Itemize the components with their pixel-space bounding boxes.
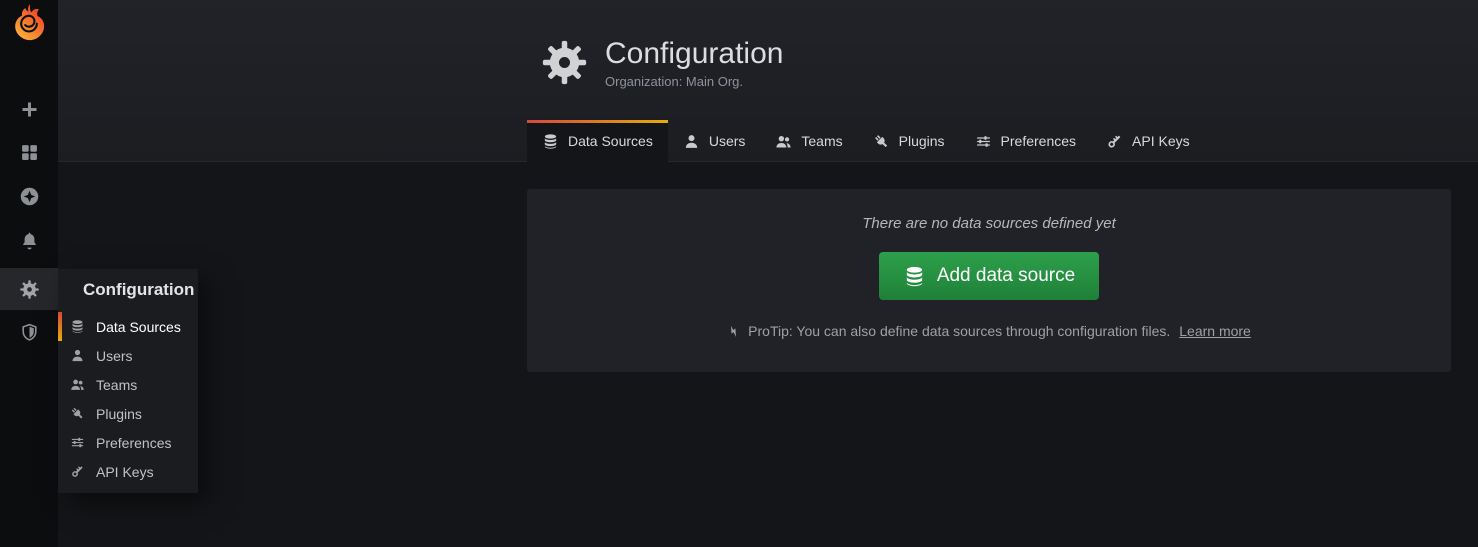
page-header: Configuration Organization: Main Org. [540, 38, 783, 89]
flyout-item-preferences[interactable]: Preferences [58, 428, 198, 457]
gear-icon [19, 279, 40, 300]
sidebar [0, 0, 58, 547]
shield-icon [19, 322, 40, 343]
flyout-item-data-sources[interactable]: Data Sources [58, 312, 198, 341]
sidebar-item-dashboards[interactable] [0, 133, 58, 171]
user-icon [683, 133, 700, 150]
tab-bar: Data Sources Users Teams Plugins Prefere… [527, 120, 1205, 162]
sidebar-item-explore[interactable] [0, 177, 58, 215]
tab-label: Preferences [1001, 133, 1076, 149]
flyout-item-api-keys[interactable]: API Keys [58, 457, 198, 486]
tab-label: Data Sources [568, 133, 653, 149]
page-header-band: Configuration Organization: Main Org. Da… [58, 0, 1478, 162]
bell-icon [19, 230, 40, 251]
flyout-item-label: API Keys [96, 464, 154, 480]
flyout-item-label: Preferences [96, 435, 171, 451]
empty-state-message: There are no data sources defined yet [527, 215, 1451, 232]
flyout-item-label: Teams [96, 377, 137, 393]
protip-text: ProTip: You can also define data sources… [748, 323, 1170, 339]
key-icon [70, 464, 85, 479]
compass-icon [19, 186, 40, 207]
tab-teams[interactable]: Teams [760, 120, 857, 162]
sidebar-item-server-admin[interactable] [0, 313, 58, 351]
flyout-item-label: Plugins [96, 406, 142, 422]
tab-label: Plugins [899, 133, 945, 149]
tab-label: Teams [801, 133, 842, 149]
gear-icon [540, 38, 589, 87]
tab-preferences[interactable]: Preferences [960, 120, 1091, 162]
tab-label: Users [709, 133, 746, 149]
sliders-icon [975, 133, 992, 150]
flyout-item-label: Users [96, 348, 133, 364]
dashboards-grid-icon [19, 142, 40, 163]
data-sources-empty-panel: There are no data sources defined yet Ad… [527, 189, 1451, 372]
sidebar-item-configuration[interactable] [0, 268, 58, 310]
sliders-icon [70, 435, 85, 450]
flyout-item-label: Data Sources [96, 319, 181, 335]
sidebar-item-create[interactable] [0, 90, 58, 128]
page-subtitle: Organization: Main Org. [605, 74, 783, 89]
database-icon [542, 133, 559, 150]
tab-plugins[interactable]: Plugins [858, 120, 960, 162]
database-icon [70, 319, 85, 334]
page-title: Configuration [605, 38, 783, 70]
users-icon [70, 377, 85, 392]
flyout-item-users[interactable]: Users [58, 341, 198, 370]
flyout-item-plugins[interactable]: Plugins [58, 399, 198, 428]
users-icon [775, 133, 792, 150]
protip-row: ProTip: You can also define data sources… [527, 323, 1451, 339]
user-icon [70, 348, 85, 363]
add-data-source-button-label: Add data source [937, 265, 1075, 287]
key-icon [1106, 133, 1123, 150]
plus-icon [19, 99, 40, 120]
flyout-item-teams[interactable]: Teams [58, 370, 198, 399]
learn-more-link[interactable]: Learn more [1179, 323, 1251, 339]
plug-icon [873, 133, 890, 150]
flyout-title: Configuration [58, 269, 198, 312]
plug-icon [70, 406, 85, 421]
sidebar-item-alerting[interactable] [0, 221, 58, 259]
bolt-icon [727, 324, 741, 338]
grafana-logo-icon[interactable] [9, 3, 49, 43]
tab-users[interactable]: Users [668, 120, 761, 162]
tab-api-keys[interactable]: API Keys [1091, 120, 1205, 162]
tab-data-sources[interactable]: Data Sources [527, 120, 668, 162]
add-data-source-button[interactable]: Add data source [879, 252, 1099, 300]
tab-label: API Keys [1132, 133, 1190, 149]
configuration-flyout-menu: Configuration Data Sources Users Teams P… [58, 269, 198, 493]
database-icon [903, 265, 926, 288]
